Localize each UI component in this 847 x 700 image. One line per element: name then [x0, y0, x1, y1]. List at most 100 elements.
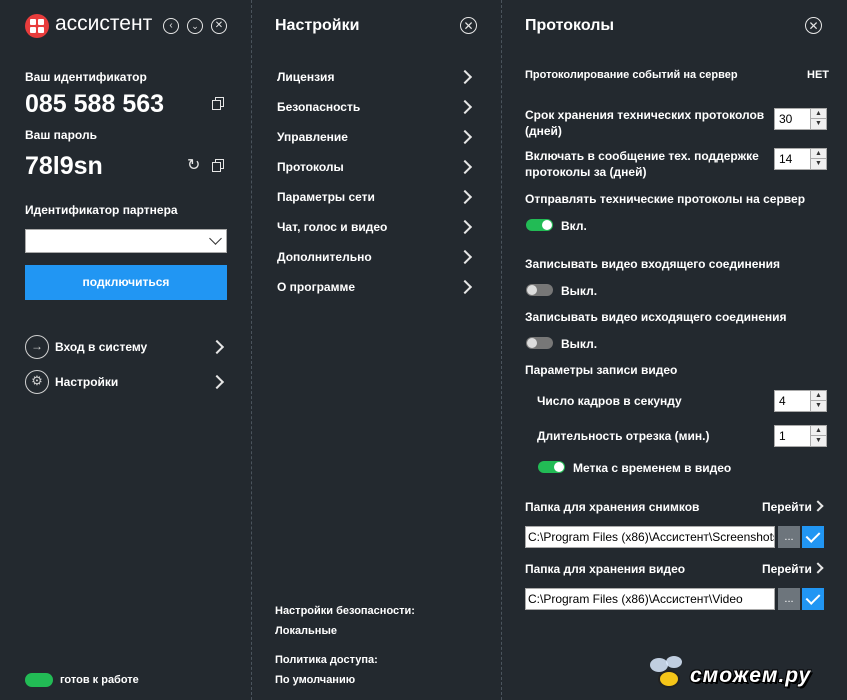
fps-stepper[interactable]: 4 ▲ ▼: [774, 390, 827, 412]
security-settings-label: Настройки безопасности:: [275, 605, 415, 617]
timestamp-toggle[interactable]: [538, 461, 565, 473]
settings-item-advanced[interactable]: Дополнительно: [275, 246, 475, 268]
chevron-right-icon: [457, 249, 473, 265]
chevron-right-icon: [209, 374, 225, 390]
video-params-label: Параметры записи видео: [525, 363, 678, 377]
record-incoming-toggle[interactable]: [526, 284, 553, 296]
video-go-link[interactable]: Перейти: [762, 562, 827, 578]
protocols-title: Протоколы: [525, 17, 615, 34]
chevron-right-icon: [457, 129, 473, 145]
settings-item-label: Дополнительно: [277, 250, 372, 264]
screenshots-folder-label: Папка для хранения снимков: [525, 500, 700, 514]
stepper-up-icon[interactable]: ▲: [811, 426, 826, 436]
segment-length-stepper[interactable]: 1 ▲ ▼: [774, 425, 827, 447]
chevron-right-icon: [812, 500, 824, 512]
include-label-line2: протоколы за (дней): [525, 165, 647, 179]
settings-panel: Настройки ✕ Лицензия Безопасность Управл…: [252, 0, 501, 700]
stepper-up-icon[interactable]: ▲: [811, 391, 826, 401]
settings-item-security[interactable]: Безопасность: [275, 96, 475, 118]
record-incoming-state: Выкл.: [561, 284, 598, 298]
settings-item-license[interactable]: Лицензия: [275, 66, 475, 88]
browse-screenshots-button[interactable]: ...: [778, 526, 800, 548]
copy-password-icon[interactable]: [212, 159, 224, 172]
confirm-video-button[interactable]: [802, 588, 824, 610]
menu-settings-label: Настройки: [55, 375, 119, 389]
settings-item-label: Лицензия: [277, 70, 335, 84]
password-value: 78l9sn: [25, 152, 103, 180]
stepper-down-icon[interactable]: ▼: [811, 401, 826, 411]
chevron-right-icon: [457, 99, 473, 115]
back-icon[interactable]: ‹: [163, 18, 179, 34]
retention-days-value: 30: [779, 112, 793, 126]
confirm-screenshots-button[interactable]: [802, 526, 824, 548]
send-protocols-label: Отправлять технические протоколы на серв…: [525, 192, 806, 206]
video-path-field[interactable]: C:\Program Files (x86)\Ассистент\Video: [525, 588, 775, 610]
refresh-icon[interactable]: ↻: [187, 158, 200, 174]
chevron-right-icon: [457, 159, 473, 175]
screenshots-go-link[interactable]: Перейти: [762, 500, 827, 516]
settings-item-label: Протоколы: [277, 160, 344, 174]
record-outgoing-state: Выкл.: [561, 337, 598, 351]
segment-length-label: Длительность отрезка (мин.): [537, 429, 710, 443]
include-days-stepper[interactable]: 14 ▲ ▼: [774, 148, 827, 170]
left-panel: ассистент ‹ ⌄ ✕ Ваш идентификатор 085 58…: [0, 0, 250, 700]
partner-id-combobox[interactable]: [25, 229, 227, 253]
chevron-right-icon: [457, 279, 473, 295]
settings-item-network[interactable]: Параметры сети: [275, 186, 475, 208]
chevron-right-icon: [457, 69, 473, 85]
include-label-line1: Включать в сообщение тех. поддержке: [525, 149, 759, 163]
connect-button[interactable]: подключиться: [25, 265, 227, 300]
video-folder-label: Папка для хранения видео: [525, 562, 686, 576]
close-settings-icon[interactable]: ✕: [460, 17, 477, 34]
close-icon[interactable]: ✕: [211, 18, 227, 34]
server-logging-label: Протоколирование событий на сервер: [525, 69, 738, 81]
fps-label: Число кадров в секунду: [537, 394, 682, 408]
record-outgoing-toggle[interactable]: [526, 337, 553, 349]
access-policy-value: По умолчанию: [275, 674, 356, 686]
gears-icon: ⚙: [25, 370, 49, 394]
stepper-down-icon[interactable]: ▼: [811, 159, 826, 169]
chevron-down-icon[interactable]: [209, 232, 222, 245]
partner-label: Идентификатор партнера: [25, 203, 178, 217]
settings-item-about[interactable]: О программе: [275, 276, 475, 298]
settings-item-label: Параметры сети: [277, 190, 375, 204]
stepper-up-icon[interactable]: ▲: [811, 109, 826, 119]
stepper-down-icon[interactable]: ▼: [811, 119, 826, 129]
close-protocols-icon[interactable]: ✕: [805, 17, 822, 34]
server-logging-value[interactable]: НЕТ: [807, 69, 829, 81]
retention-label-line1: Срок хранения технических протоколов: [525, 108, 765, 122]
settings-item-protocols[interactable]: Протоколы: [275, 156, 475, 178]
fps-value: 4: [779, 394, 786, 408]
watermark-text: сможем.ру: [690, 664, 812, 687]
chevron-right-icon: [457, 189, 473, 205]
settings-title: Настройки: [275, 17, 360, 34]
retention-days-stepper[interactable]: 30 ▲ ▼: [774, 108, 827, 130]
browse-video-button[interactable]: ...: [778, 588, 800, 610]
copy-id-icon[interactable]: [212, 97, 224, 110]
connect-button-label: подключиться: [82, 275, 170, 289]
chevron-down-icon[interactable]: ⌄: [187, 18, 203, 34]
record-incoming-label: Записывать видео входящего соединения: [525, 257, 780, 271]
app-title: ассистент: [55, 12, 153, 35]
stepper-down-icon[interactable]: ▼: [811, 436, 826, 446]
menu-settings[interactable]: ⚙ Настройки: [25, 370, 227, 394]
app-logo-icon: [25, 14, 49, 38]
menu-login[interactable]: → Вход в систему: [25, 335, 227, 359]
chevron-right-icon: [457, 219, 473, 235]
status-indicator: [25, 673, 53, 687]
status-text: готов к работе: [60, 674, 139, 686]
segment-length-value: 1: [779, 429, 786, 443]
send-protocols-toggle[interactable]: [526, 219, 553, 231]
settings-item-chat[interactable]: Чат, голос и видео: [275, 216, 475, 238]
chevron-right-icon: [209, 339, 225, 355]
chevron-right-icon: [812, 562, 824, 574]
settings-item-management[interactable]: Управление: [275, 126, 475, 148]
id-value: 085 588 563: [25, 90, 165, 118]
go-link-label: Перейти: [762, 562, 812, 576]
stepper-up-icon[interactable]: ▲: [811, 149, 826, 159]
include-days-value: 14: [779, 152, 793, 166]
settings-item-label: Чат, голос и видео: [277, 220, 388, 234]
screenshots-path-field[interactable]: C:\Program Files (x86)\Ассистент\Screens…: [525, 526, 775, 548]
protocols-panel: Протоколы ✕ Протоколирование событий на …: [502, 0, 847, 700]
settings-item-label: О программе: [277, 280, 356, 294]
